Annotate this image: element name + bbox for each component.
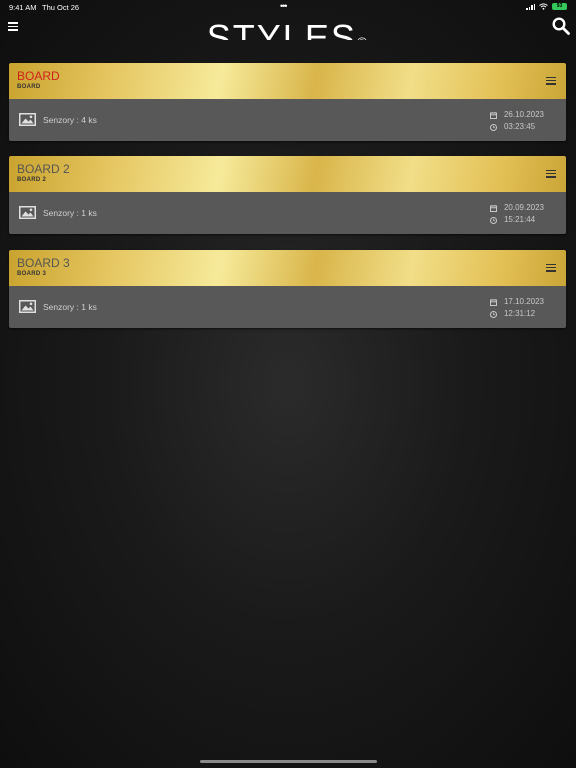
- status-time: 9:41 AM: [9, 3, 37, 12]
- board-card-body: Senzory : 4 ks 26.10.2023 03:23:45: [9, 99, 566, 141]
- app-logo: STYLES®: [0, 17, 576, 41]
- sensor-count: Senzory : 4 ks: [43, 115, 97, 125]
- search-icon[interactable]: [552, 17, 570, 40]
- sensor-count: Senzory : 1 ks: [43, 302, 97, 312]
- app-header: STYLES®: [0, 14, 576, 40]
- board-title: BOARD 3: [17, 256, 70, 270]
- board-timestamp: 26.10.2023 03:23:45: [489, 109, 544, 133]
- board-menu-icon[interactable]: [546, 264, 556, 274]
- board-timestamp: 20.09.2023 15:21:44: [489, 202, 544, 226]
- board-menu-icon[interactable]: [546, 77, 556, 87]
- board-card[interactable]: BOARD 3 BOARD 3 Senzory : 1 ks 17.10.202…: [9, 250, 566, 328]
- board-card-body: Senzory : 1 ks 20.09.2023 15:21:44: [9, 192, 566, 234]
- board-card[interactable]: BOARD BOARD Senzory : 4 ks 26.10.2023 03…: [9, 63, 566, 141]
- board-title: BOARD: [17, 69, 60, 83]
- board-date: 20.09.2023: [503, 203, 544, 212]
- sensor-count: Senzory : 1 ks: [43, 208, 97, 218]
- board-subtitle: BOARD 2: [17, 177, 47, 183]
- board-time: 12:31:12: [503, 309, 536, 318]
- board-date: 17.10.2023: [503, 297, 544, 306]
- board-menu-icon[interactable]: [546, 170, 556, 180]
- board-date: 26.10.2023: [503, 110, 544, 119]
- calendar-icon: [489, 298, 497, 306]
- board-subtitle: BOARD: [17, 84, 41, 90]
- multitasking-dots-icon[interactable]: •••: [280, 1, 288, 11]
- registered-mark: ®: [357, 34, 369, 40]
- image-icon: [19, 206, 36, 219]
- board-card[interactable]: BOARD 2 BOARD 2 Senzory : 1 ks 20.09.202…: [9, 156, 566, 234]
- board-card-header[interactable]: BOARD BOARD: [9, 63, 566, 99]
- board-time: 03:23:45: [503, 122, 536, 131]
- home-indicator[interactable]: [200, 760, 377, 763]
- board-timestamp: 17.10.2023 12:31:12: [489, 296, 544, 320]
- calendar-icon: [489, 204, 497, 212]
- board-card-header[interactable]: BOARD 3 BOARD 3: [9, 250, 566, 286]
- board-title: BOARD 2: [17, 162, 70, 176]
- status-date: Thu Oct 26: [42, 3, 80, 12]
- image-icon: [19, 300, 36, 313]
- logo-text: STYLES: [206, 17, 357, 41]
- clock-icon: [489, 310, 497, 318]
- board-subtitle: BOARD 3: [17, 271, 47, 277]
- wifi-icon: [539, 3, 548, 10]
- image-icon: [19, 113, 36, 126]
- cellular-signal-icon: [526, 3, 535, 10]
- battery-icon: 93: [552, 3, 567, 10]
- calendar-icon: [489, 111, 497, 119]
- status-icons: 93: [526, 3, 567, 10]
- clock-icon: [489, 123, 497, 131]
- board-card-header[interactable]: BOARD 2 BOARD 2: [9, 156, 566, 192]
- board-card-body: Senzory : 1 ks 17.10.2023 12:31:12: [9, 286, 566, 328]
- board-time: 15:21:44: [503, 215, 536, 224]
- clock-icon: [489, 216, 497, 224]
- status-bar: 9:41 AM Thu Oct 26 ••• 93: [0, 0, 576, 14]
